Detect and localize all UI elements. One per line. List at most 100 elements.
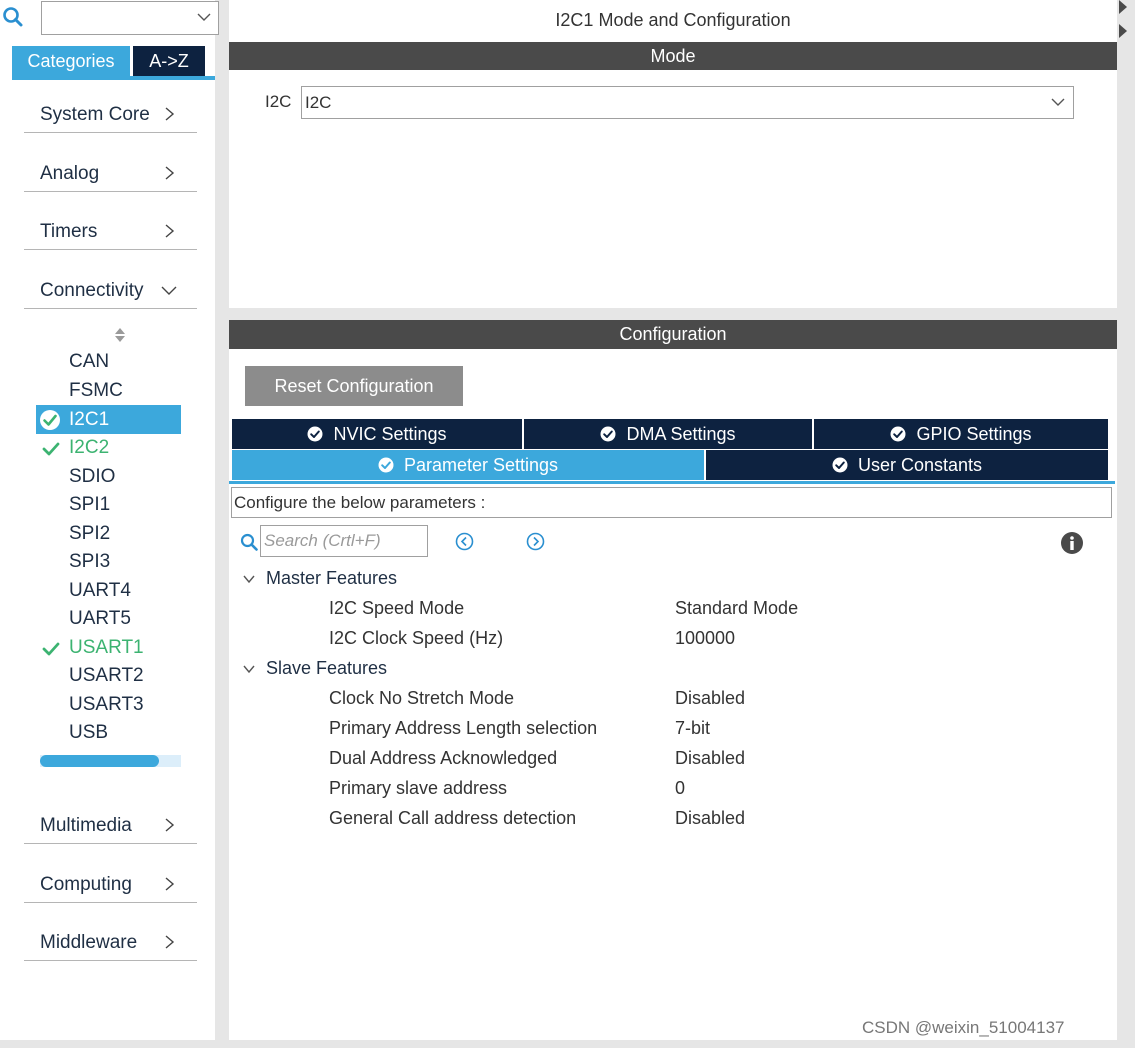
category-computing[interactable]: Computing bbox=[24, 861, 197, 903]
tab-a-to-z[interactable]: A->Z bbox=[133, 46, 205, 76]
chevron-right-icon bbox=[165, 107, 175, 121]
chevron-right-icon bbox=[165, 224, 175, 238]
info-icon[interactable] bbox=[1060, 531, 1084, 555]
check-circle-icon bbox=[600, 426, 616, 442]
param-name[interactable]: Primary Address Length selection bbox=[329, 718, 597, 739]
collapse-arrow-icon[interactable] bbox=[1117, 0, 1127, 14]
peripheral-can[interactable]: CAN bbox=[69, 348, 109, 376]
mode-section-header: Mode bbox=[229, 42, 1117, 70]
param-name[interactable]: I2C Clock Speed (Hz) bbox=[329, 628, 503, 649]
tab-label: User Constants bbox=[857, 455, 983, 475]
chevron-down-icon[interactable] bbox=[242, 663, 256, 675]
peripheral-usart2[interactable]: USART2 bbox=[69, 662, 144, 690]
peripheral-usb[interactable]: USB bbox=[69, 719, 108, 747]
search-icon[interactable] bbox=[2, 6, 24, 28]
panel-splitter[interactable] bbox=[229, 308, 1117, 320]
param-value[interactable]: 0 bbox=[675, 778, 685, 799]
configuration-section-header: Configuration bbox=[229, 320, 1117, 349]
category-label: Timers bbox=[40, 221, 98, 242]
list-scrollbar-thumb[interactable] bbox=[40, 755, 159, 767]
category-label: Middleware bbox=[40, 932, 138, 953]
category-timers[interactable]: Timers bbox=[24, 208, 197, 250]
tab-underline bbox=[12, 76, 215, 80]
peripheral-spi3[interactable]: SPI3 bbox=[69, 548, 110, 576]
peripheral-fsmc[interactable]: FSMC bbox=[69, 377, 123, 405]
param-value[interactable]: Disabled bbox=[675, 808, 745, 829]
sidebar-search-input[interactable] bbox=[41, 1, 219, 35]
chevron-down-icon[interactable] bbox=[242, 573, 256, 585]
group-slave-features[interactable]: Slave Features bbox=[266, 658, 387, 679]
category-label: Multimedia bbox=[40, 815, 132, 836]
bottom-edge bbox=[0, 1040, 1135, 1048]
parameter-description: Configure the below parameters : bbox=[231, 487, 1112, 518]
peripheral-usart3[interactable]: USART3 bbox=[69, 691, 144, 719]
category-connectivity[interactable]: Connectivity bbox=[24, 267, 197, 309]
param-value[interactable]: Disabled bbox=[675, 688, 745, 709]
peripheral-i2c2[interactable]: I2C2 bbox=[69, 434, 109, 462]
prev-arrow-icon[interactable] bbox=[455, 532, 474, 551]
param-value[interactable]: 7-bit bbox=[675, 718, 710, 739]
mode-select[interactable]: I2C bbox=[301, 86, 1074, 119]
peripheral-spi2[interactable]: SPI2 bbox=[69, 520, 110, 548]
chevron-right-icon bbox=[165, 166, 175, 180]
category-multimedia[interactable]: Multimedia bbox=[24, 802, 197, 844]
check-icon bbox=[42, 442, 60, 456]
tab-parameter-settings[interactable]: Parameter Settings bbox=[232, 450, 704, 480]
sort-icon[interactable] bbox=[113, 326, 127, 344]
tab-label: NVIC Settings bbox=[333, 424, 447, 444]
param-name[interactable]: Clock No Stretch Mode bbox=[329, 688, 514, 709]
peripheral-i2c1[interactable]: I2C1 bbox=[36, 405, 181, 434]
watermark: CSDN @weixin_51004137 bbox=[862, 1018, 1065, 1037]
check-circle-icon bbox=[307, 426, 323, 442]
page-title: I2C1 Mode and Configuration bbox=[555, 10, 791, 30]
sidebar-divider[interactable] bbox=[215, 0, 229, 1048]
peripheral-uart5[interactable]: UART5 bbox=[69, 605, 131, 633]
category-analog[interactable]: Analog bbox=[24, 150, 197, 192]
collapse-arrow-icon[interactable] bbox=[1117, 24, 1127, 38]
param-name[interactable]: I2C Speed Mode bbox=[329, 598, 464, 619]
category-label: Computing bbox=[40, 874, 132, 895]
category-label: Analog bbox=[40, 163, 100, 184]
parameter-search-input[interactable]: Search (Crtl+F) bbox=[260, 525, 428, 557]
peripheral-usart1[interactable]: USART1 bbox=[69, 634, 144, 662]
chevron-down-icon[interactable] bbox=[196, 9, 212, 25]
search-icon[interactable] bbox=[240, 533, 259, 552]
tab-label: Parameter Settings bbox=[403, 455, 559, 475]
check-circle-icon bbox=[890, 426, 906, 442]
group-master-features[interactable]: Master Features bbox=[266, 568, 397, 589]
category-label: Connectivity bbox=[40, 280, 144, 301]
right-panel-edge bbox=[1117, 0, 1135, 1048]
check-circle-icon bbox=[40, 410, 60, 430]
param-value[interactable]: 100000 bbox=[675, 628, 735, 649]
tab-underline bbox=[229, 481, 1115, 484]
peripheral-uart4[interactable]: UART4 bbox=[69, 577, 131, 605]
chevron-right-icon bbox=[165, 818, 175, 832]
param-name[interactable]: Dual Address Acknowledged bbox=[329, 748, 557, 769]
tab-label: DMA Settings bbox=[626, 424, 736, 444]
peripheral-spi1[interactable]: SPI1 bbox=[69, 491, 110, 519]
tab-gpio-settings[interactable]: GPIO Settings bbox=[814, 419, 1108, 449]
tab-nvic-settings[interactable]: NVIC Settings bbox=[232, 419, 522, 449]
tab-categories[interactable]: Categories bbox=[12, 46, 130, 76]
category-system-core[interactable]: System Core bbox=[24, 91, 197, 133]
chevron-down-icon bbox=[161, 286, 177, 295]
tab-user-constants[interactable]: User Constants bbox=[706, 450, 1108, 480]
next-arrow-icon[interactable] bbox=[526, 532, 545, 551]
param-value[interactable]: Standard Mode bbox=[675, 598, 798, 619]
peripheral-sdio[interactable]: SDIO bbox=[69, 463, 115, 491]
param-name[interactable]: General Call address detection bbox=[329, 808, 576, 829]
param-name[interactable]: Primary slave address bbox=[329, 778, 507, 799]
category-label: System Core bbox=[40, 104, 150, 125]
check-circle-icon bbox=[378, 457, 394, 473]
peripheral-label: I2C1 bbox=[69, 409, 110, 430]
category-middleware[interactable]: Middleware bbox=[24, 919, 197, 961]
check-icon bbox=[42, 642, 60, 656]
param-value[interactable]: Disabled bbox=[675, 748, 745, 769]
mode-label: I2C bbox=[265, 92, 292, 111]
tab-dma-settings[interactable]: DMA Settings bbox=[524, 419, 812, 449]
chevron-right-icon bbox=[165, 877, 175, 891]
reset-configuration-button[interactable]: Reset Configuration bbox=[245, 366, 463, 406]
chevron-right-icon bbox=[165, 935, 175, 949]
chevron-down-icon[interactable] bbox=[1050, 95, 1066, 109]
tab-label: GPIO Settings bbox=[916, 424, 1032, 444]
